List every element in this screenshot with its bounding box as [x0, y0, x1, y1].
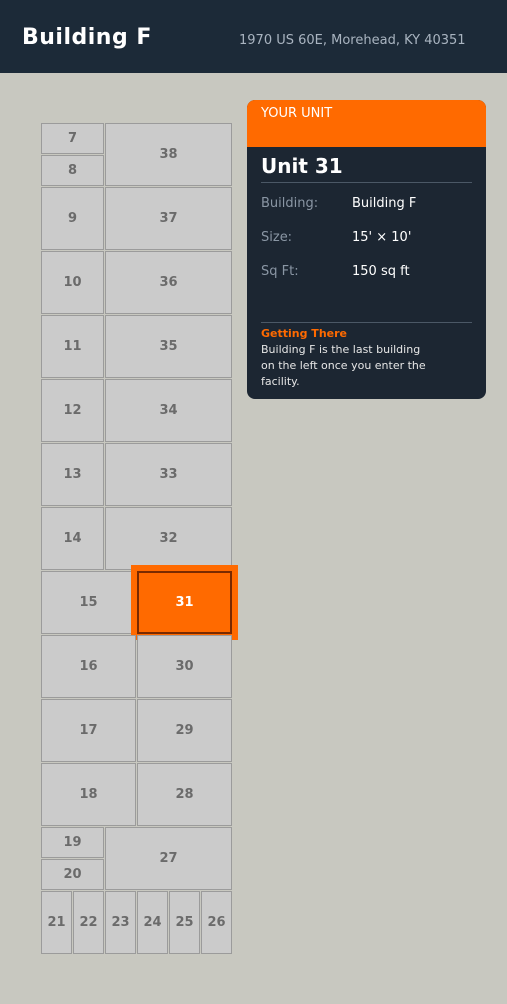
unit-13[interactable]: 13 [41, 443, 104, 506]
unit-7[interactable]: 7 [41, 123, 104, 154]
unit-17[interactable]: 17 [41, 699, 136, 762]
unit-22[interactable]: 22 [73, 891, 104, 954]
unit-38[interactable]: 38 [105, 123, 232, 186]
unit-34[interactable]: 34 [105, 379, 232, 442]
unit-37[interactable]: 37 [105, 187, 232, 250]
unit-info-card: YOUR UNIT Unit 31 Building: Building F S… [247, 100, 486, 399]
card-header-label: YOUR UNIT [261, 106, 333, 121]
unit-11[interactable]: 11 [41, 315, 104, 378]
unit-33[interactable]: 33 [105, 443, 232, 506]
unit-title: Unit 31 [261, 154, 343, 178]
unit-16[interactable]: 16 [41, 635, 136, 698]
divider [261, 182, 472, 183]
unit-26[interactable]: 26 [201, 891, 232, 954]
unit-30[interactable]: 30 [137, 635, 232, 698]
unit-36[interactable]: 36 [105, 251, 232, 314]
unit-27[interactable]: 27 [105, 827, 232, 890]
card-header: YOUR UNIT [247, 100, 486, 147]
size-value: 15' × 10' [352, 230, 412, 245]
unit-21[interactable]: 21 [41, 891, 72, 954]
getting-there-text: Building F is the last building on the l… [261, 343, 426, 388]
unit-35[interactable]: 35 [105, 315, 232, 378]
unit-10[interactable]: 10 [41, 251, 104, 314]
sqft-label: Sq Ft: [261, 264, 299, 279]
sqft-value: 150 sq ft [352, 264, 410, 279]
unit-12[interactable]: 12 [41, 379, 104, 442]
getting-there-title: Getting There [261, 327, 347, 340]
building-label: Building: [261, 196, 319, 211]
unit-32[interactable]: 32 [105, 507, 232, 570]
unit-20[interactable]: 20 [41, 859, 104, 890]
unit-23[interactable]: 23 [105, 891, 136, 954]
unit-19[interactable]: 19 [41, 827, 104, 858]
unit-18[interactable]: 18 [41, 763, 136, 826]
unit-31-selected[interactable]: 31 [137, 571, 232, 634]
unit-15[interactable]: 15 [41, 571, 136, 634]
unit-14[interactable]: 14 [41, 507, 104, 570]
divider [261, 322, 472, 323]
unit-25[interactable]: 25 [169, 891, 200, 954]
unit-9[interactable]: 9 [41, 187, 104, 250]
unit-28[interactable]: 28 [137, 763, 232, 826]
size-label: Size: [261, 230, 293, 245]
building-value: Building F [352, 196, 417, 211]
unit-29[interactable]: 29 [137, 699, 232, 762]
unit-24[interactable]: 24 [137, 891, 168, 954]
unit-8[interactable]: 8 [41, 155, 104, 186]
